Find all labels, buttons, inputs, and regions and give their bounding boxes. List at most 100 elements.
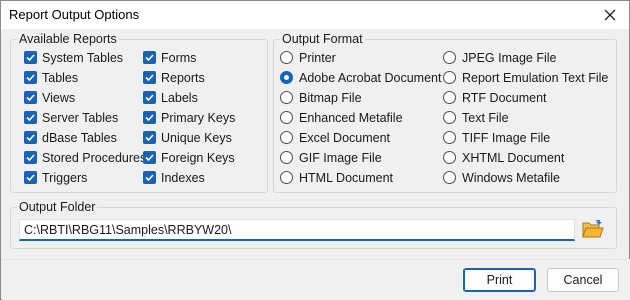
report-checkbox-labels[interactable]: Labels [143, 89, 198, 106]
format-radio-text-file[interactable]: Text File [443, 109, 509, 126]
radio-circle [280, 111, 293, 124]
radio-label: Bitmap File [299, 90, 362, 105]
format-radio-jpeg-image-file[interactable]: JPEG Image File [443, 49, 556, 66]
radio-label: JPEG Image File [462, 50, 557, 65]
radio-circle [443, 171, 456, 184]
radio-label: RTF Document [462, 90, 547, 105]
format-radio-windows-metafile[interactable]: Windows Metafile [443, 169, 560, 186]
checkbox-box [143, 131, 156, 144]
checkmark-icon [145, 174, 154, 182]
dialog-footer: Print Cancel [2, 259, 630, 300]
checkmark-icon [145, 134, 154, 142]
report-checkbox-reports[interactable]: Reports [143, 69, 205, 86]
checkbox-box [24, 151, 37, 164]
report-checkbox-forms[interactable]: Forms [143, 49, 196, 66]
radio-label: Windows Metafile [462, 170, 560, 185]
checkbox-label: dBase Tables [42, 130, 117, 145]
radio-circle [443, 91, 456, 104]
checkbox-box [143, 111, 156, 124]
radio-circle [443, 151, 456, 164]
report-checkbox-dbase-tables[interactable]: dBase Tables [24, 129, 117, 146]
radio-label: TIFF Image File [462, 130, 551, 145]
radio-circle [280, 51, 293, 64]
checkmark-icon [26, 154, 35, 162]
radio-label: Adobe Acrobat Document [299, 70, 442, 85]
radio-label: XHTML Document [462, 150, 565, 165]
checkbox-box [143, 91, 156, 104]
format-radio-tiff-image-file[interactable]: TIFF Image File [443, 129, 550, 146]
checkbox-label: Primary Keys [161, 110, 236, 125]
report-checkbox-triggers[interactable]: Triggers [24, 169, 87, 186]
radio-circle [443, 131, 456, 144]
checkbox-box [24, 171, 37, 184]
close-button[interactable] [599, 5, 621, 25]
checkmark-icon [26, 74, 35, 82]
cancel-button[interactable]: Cancel [547, 268, 619, 292]
checkbox-label: Forms [161, 50, 197, 65]
report-checkbox-system-tables[interactable]: System Tables [24, 49, 123, 66]
checkbox-label: System Tables [42, 50, 124, 65]
format-radio-html-document[interactable]: HTML Document [280, 169, 393, 186]
output-format-group: Output Format Printer Adobe Acrobat Docum… [273, 32, 617, 193]
checkbox-label: Indexes [161, 170, 205, 185]
checkmark-icon [145, 74, 154, 82]
radio-label: Excel Document [299, 130, 391, 145]
report-checkbox-unique-keys[interactable]: Unique Keys [143, 129, 232, 146]
format-radio-printer[interactable]: Printer [280, 49, 336, 66]
report-checkbox-stored-procedures[interactable]: Stored Procedures [24, 149, 146, 166]
radio-label: Report Emulation Text File [462, 70, 609, 85]
checkmark-icon [145, 114, 154, 122]
radio-label: Text File [462, 110, 509, 125]
checkbox-box [24, 111, 37, 124]
close-icon [604, 9, 616, 21]
checkbox-box [143, 171, 156, 184]
checkmark-icon [26, 94, 35, 102]
checkbox-label: Tables [42, 70, 79, 85]
radio-circle [280, 71, 293, 84]
radio-circle [280, 151, 293, 164]
format-radio-bitmap-file[interactable]: Bitmap File [280, 89, 362, 106]
checkmark-icon [145, 154, 154, 162]
report-checkbox-views[interactable]: Views [24, 89, 75, 106]
format-radio-rtf-document[interactable]: RTF Document [443, 89, 547, 106]
open-folder-icon [582, 220, 604, 238]
report-checkbox-primary-keys[interactable]: Primary Keys [143, 109, 235, 126]
radio-circle [280, 131, 293, 144]
checkmark-icon [26, 54, 35, 62]
report-checkbox-indexes[interactable]: Indexes [143, 169, 205, 186]
checkbox-label: Unique Keys [161, 130, 232, 145]
checkbox-box [143, 51, 156, 64]
checkbox-box [24, 71, 37, 84]
available-reports-label: Available Reports [17, 32, 119, 46]
format-radio-adobe-acrobat-document[interactable]: Adobe Acrobat Document [280, 69, 441, 86]
output-folder-input[interactable] [19, 219, 575, 241]
format-radio-enhanced-metafile[interactable]: Enhanced Metafile [280, 109, 403, 126]
report-checkbox-tables[interactable]: Tables [24, 69, 78, 86]
output-folder-label: Output Folder [17, 200, 98, 214]
browse-folder-button[interactable] [581, 218, 607, 242]
radio-circle [280, 171, 293, 184]
print-button[interactable]: Print [463, 268, 536, 292]
radio-label: HTML Document [299, 170, 394, 185]
dialog-title: Report Output Options [9, 7, 140, 22]
format-radio-xhtml-document[interactable]: XHTML Document [443, 149, 564, 166]
format-radio-gif-image-file[interactable]: GIF Image File [280, 149, 382, 166]
format-radio-report-emulation-text-file[interactable]: Report Emulation Text File [443, 69, 608, 86]
checkbox-label: Reports [161, 70, 205, 85]
checkmark-icon [26, 174, 35, 182]
checkbox-box [24, 91, 37, 104]
checkbox-box [143, 71, 156, 84]
checkmark-icon [26, 114, 35, 122]
checkbox-box [143, 151, 156, 164]
checkmark-icon [26, 134, 35, 142]
format-radio-excel-document[interactable]: Excel Document [280, 129, 390, 146]
checkbox-box [24, 51, 37, 64]
checkmark-icon [145, 54, 154, 62]
report-output-options-dialog: Report Output Options Available Reports … [0, 0, 630, 300]
report-checkbox-server-tables[interactable]: Server Tables [24, 109, 118, 126]
radio-label: GIF Image File [299, 150, 382, 165]
report-checkbox-foreign-keys[interactable]: Foreign Keys [143, 149, 235, 166]
title-bar: Report Output Options [1, 1, 629, 29]
checkbox-label: Server Tables [42, 110, 119, 125]
checkbox-label: Views [42, 90, 76, 105]
